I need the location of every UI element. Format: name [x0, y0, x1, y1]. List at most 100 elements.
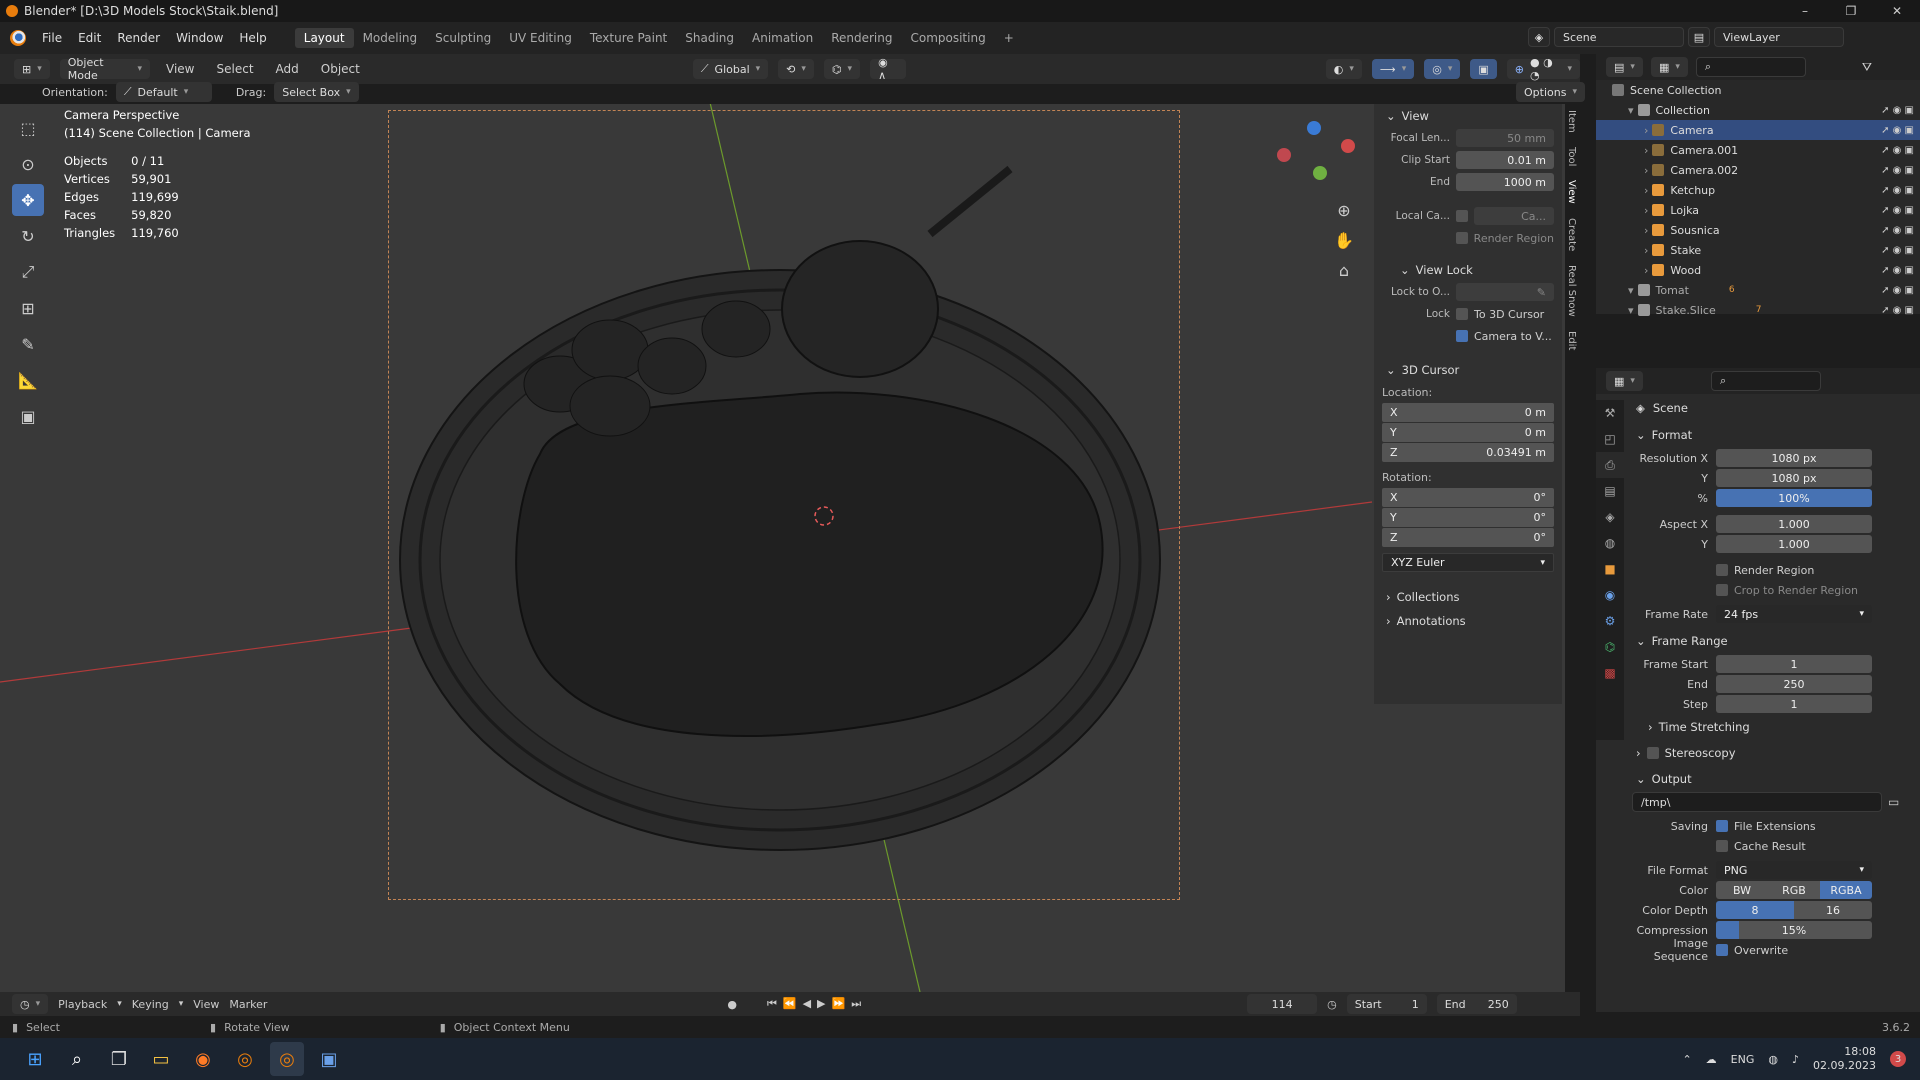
- expand-arrow-icon[interactable]: ›: [1644, 264, 1648, 277]
- frame-start-field[interactable]: 1: [1716, 655, 1872, 673]
- render-region-prop-row[interactable]: Render Region: [1624, 560, 1920, 580]
- cloud-offline-icon[interactable]: ☁: [1706, 1053, 1717, 1066]
- outliner-item[interactable]: › Camera.002 ➚ ◉ ▣: [1596, 160, 1920, 180]
- outliner-item[interactable]: ▾ Tomat 6 ➚ ◉ ▣: [1596, 280, 1920, 300]
- tab-tool[interactable]: Tool: [1566, 147, 1577, 166]
- start-frame-field[interactable]: Start 1: [1346, 994, 1427, 1014]
- frame-end-field[interactable]: 250: [1716, 675, 1872, 693]
- select-box-icon[interactable]: ⬚: [12, 112, 44, 144]
- tab-real-snow[interactable]: Real Snow: [1566, 265, 1577, 317]
- clip-start-field[interactable]: 0.01 m: [1456, 151, 1554, 169]
- file-extensions-checkbox[interactable]: [1716, 820, 1728, 832]
- resolution-x-field[interactable]: 1080 px: [1716, 449, 1872, 467]
- add-workspace-button[interactable]: +: [995, 28, 1023, 48]
- constraints-tab-icon[interactable]: ⚙: [1596, 608, 1624, 634]
- outliner-scene-collection[interactable]: Scene Collection: [1596, 80, 1920, 100]
- cache-result-checkbox[interactable]: [1716, 840, 1728, 852]
- pan-hand-icon[interactable]: ✋: [1332, 226, 1356, 256]
- menu-help[interactable]: Help: [231, 31, 274, 45]
- outliner-item[interactable]: › Camera.001 ➚ ◉ ▣: [1596, 140, 1920, 160]
- menu-edit[interactable]: Edit: [70, 31, 109, 45]
- aspect-x-field[interactable]: 1.000: [1716, 515, 1872, 533]
- record-button[interactable]: ●: [727, 998, 737, 1011]
- menu-add[interactable]: Add: [270, 62, 305, 76]
- rotate-tool-icon[interactable]: ↻: [12, 220, 44, 252]
- tab-shading[interactable]: Shading: [676, 28, 743, 48]
- view-layer-field[interactable]: ViewLayer: [1714, 27, 1844, 47]
- menu-render[interactable]: Render: [109, 31, 168, 45]
- orientation-setting-dropdown[interactable]: ⟋ Default ▾: [115, 82, 212, 102]
- expand-arrow-icon[interactable]: ▾: [1628, 284, 1634, 297]
- end-frame-field[interactable]: End 250: [1436, 994, 1517, 1014]
- firefox-icon[interactable]: ◉: [186, 1042, 220, 1076]
- transform-tool-icon[interactable]: ⊞: [12, 292, 44, 324]
- visibility-dropdown[interactable]: ◐ ▾: [1325, 59, 1362, 79]
- mode-dropdown[interactable]: Object Mode ▾: [59, 56, 151, 82]
- expand-arrow-icon[interactable]: ›: [1644, 164, 1648, 177]
- visibility-toggles[interactable]: ➚ ◉ ▣: [1881, 185, 1914, 196]
- menu-view[interactable]: View: [160, 62, 200, 76]
- tab-view[interactable]: View: [1566, 180, 1577, 204]
- overwrite-checkbox[interactable]: [1716, 944, 1728, 956]
- snap-toggle[interactable]: ⌬ ▾: [823, 59, 861, 79]
- outliner-item[interactable]: ▾ Collection ➚ ◉ ▣: [1596, 100, 1920, 120]
- output-tab-icon[interactable]: ⎙: [1596, 452, 1624, 478]
- focal-length-field[interactable]: 50 mm: [1456, 129, 1554, 147]
- outliner-item[interactable]: › Stake ➚ ◉ ▣: [1596, 240, 1920, 260]
- tab-compositing[interactable]: Compositing: [901, 28, 994, 48]
- visibility-toggles[interactable]: ➚ ◉ ▣: [1881, 145, 1914, 156]
- outliner-item[interactable]: › Lojka ➚ ◉ ▣: [1596, 200, 1920, 220]
- depth-8-button[interactable]: 8: [1716, 901, 1794, 919]
- tab-layout[interactable]: Layout: [294, 28, 354, 48]
- gizmo-toggle[interactable]: ⟶ ▾: [1371, 59, 1415, 79]
- output-path-field[interactable]: /tmp\: [1632, 792, 1882, 812]
- search-icon[interactable]: ⌕: [60, 1042, 94, 1076]
- camera-to-view-checkbox[interactable]: [1456, 330, 1468, 342]
- menu-marker[interactable]: Marker: [229, 998, 267, 1011]
- menu-file[interactable]: File: [34, 31, 70, 45]
- frame-rate-dropdown[interactable]: 24 fps ▾: [1716, 605, 1872, 623]
- maximize-button[interactable]: ❐: [1828, 0, 1874, 22]
- scene-icon[interactable]: ◈: [1528, 27, 1550, 47]
- physics-tab-icon[interactable]: ◉: [1596, 582, 1624, 608]
- 3d-cursor-header[interactable]: ⌄ 3D Cursor: [1374, 358, 1562, 382]
- time-stretching-header[interactable]: › Time Stretching: [1624, 714, 1920, 740]
- cursor-rotation-y[interactable]: Y 0°: [1382, 508, 1554, 527]
- xray-toggle[interactable]: ▣: [1470, 59, 1497, 79]
- view-layer-icon[interactable]: ▤: [1688, 27, 1710, 47]
- windows-start-icon[interactable]: ⊞: [18, 1042, 52, 1076]
- drag-dropdown[interactable]: Select Box ▾: [274, 82, 359, 102]
- proportional-edit-toggle[interactable]: ◉ ∧: [870, 56, 906, 82]
- minimize-button[interactable]: –: [1782, 0, 1828, 22]
- editor-type-dropdown[interactable]: ⊞ ▾: [14, 59, 50, 79]
- zoom-icon[interactable]: ⊕: [1332, 196, 1356, 226]
- visibility-toggles[interactable]: ➚ ◉ ▣: [1881, 225, 1914, 236]
- view-section-header[interactable]: ⌄ View: [1374, 104, 1562, 128]
- data-tab-icon[interactable]: ⌬: [1596, 634, 1624, 660]
- properties-editor-type[interactable]: ▦ ▾: [1606, 371, 1643, 391]
- outliner-item[interactable]: ▾ Stake.Slice 7 ➚ ◉ ▣: [1596, 300, 1920, 320]
- resolution-percent-field[interactable]: 100%: [1716, 489, 1872, 507]
- visibility-toggles[interactable]: ➚ ◉ ▣: [1881, 205, 1914, 216]
- tab-edit[interactable]: Edit: [1566, 331, 1577, 350]
- app-icon[interactable]: ▣: [312, 1042, 346, 1076]
- pivot-dropdown[interactable]: ⟲ ▾: [778, 59, 814, 79]
- expand-arrow-icon[interactable]: ▾: [1628, 104, 1634, 117]
- playback-controls[interactable]: ⏮⏪◀▶⏩⏭: [767, 997, 867, 1011]
- menu-playback[interactable]: Playback: [58, 998, 107, 1011]
- tab-modeling[interactable]: Modeling: [354, 28, 427, 48]
- tab-animation[interactable]: Animation: [743, 28, 822, 48]
- measure-tool-icon[interactable]: 📐: [12, 364, 44, 396]
- expand-arrow-icon[interactable]: ›: [1644, 144, 1648, 157]
- world-tab-icon[interactable]: ◍: [1596, 530, 1624, 556]
- expand-arrow-icon[interactable]: ›: [1644, 224, 1648, 237]
- expand-arrow-icon[interactable]: ›: [1644, 204, 1648, 217]
- stereoscopy-header[interactable]: › Stereoscopy: [1624, 740, 1920, 766]
- view-layer-tab-icon[interactable]: ▤: [1596, 478, 1624, 504]
- visibility-toggles[interactable]: ➚ ◉ ▣: [1881, 105, 1914, 116]
- outliner-editor-type[interactable]: ▤ ▾: [1606, 57, 1643, 77]
- move-tool-icon[interactable]: ✥: [12, 184, 44, 216]
- current-frame-field[interactable]: 114: [1247, 994, 1318, 1014]
- close-button[interactable]: ✕: [1874, 0, 1920, 22]
- scene-tab-icon[interactable]: ◈: [1596, 504, 1624, 530]
